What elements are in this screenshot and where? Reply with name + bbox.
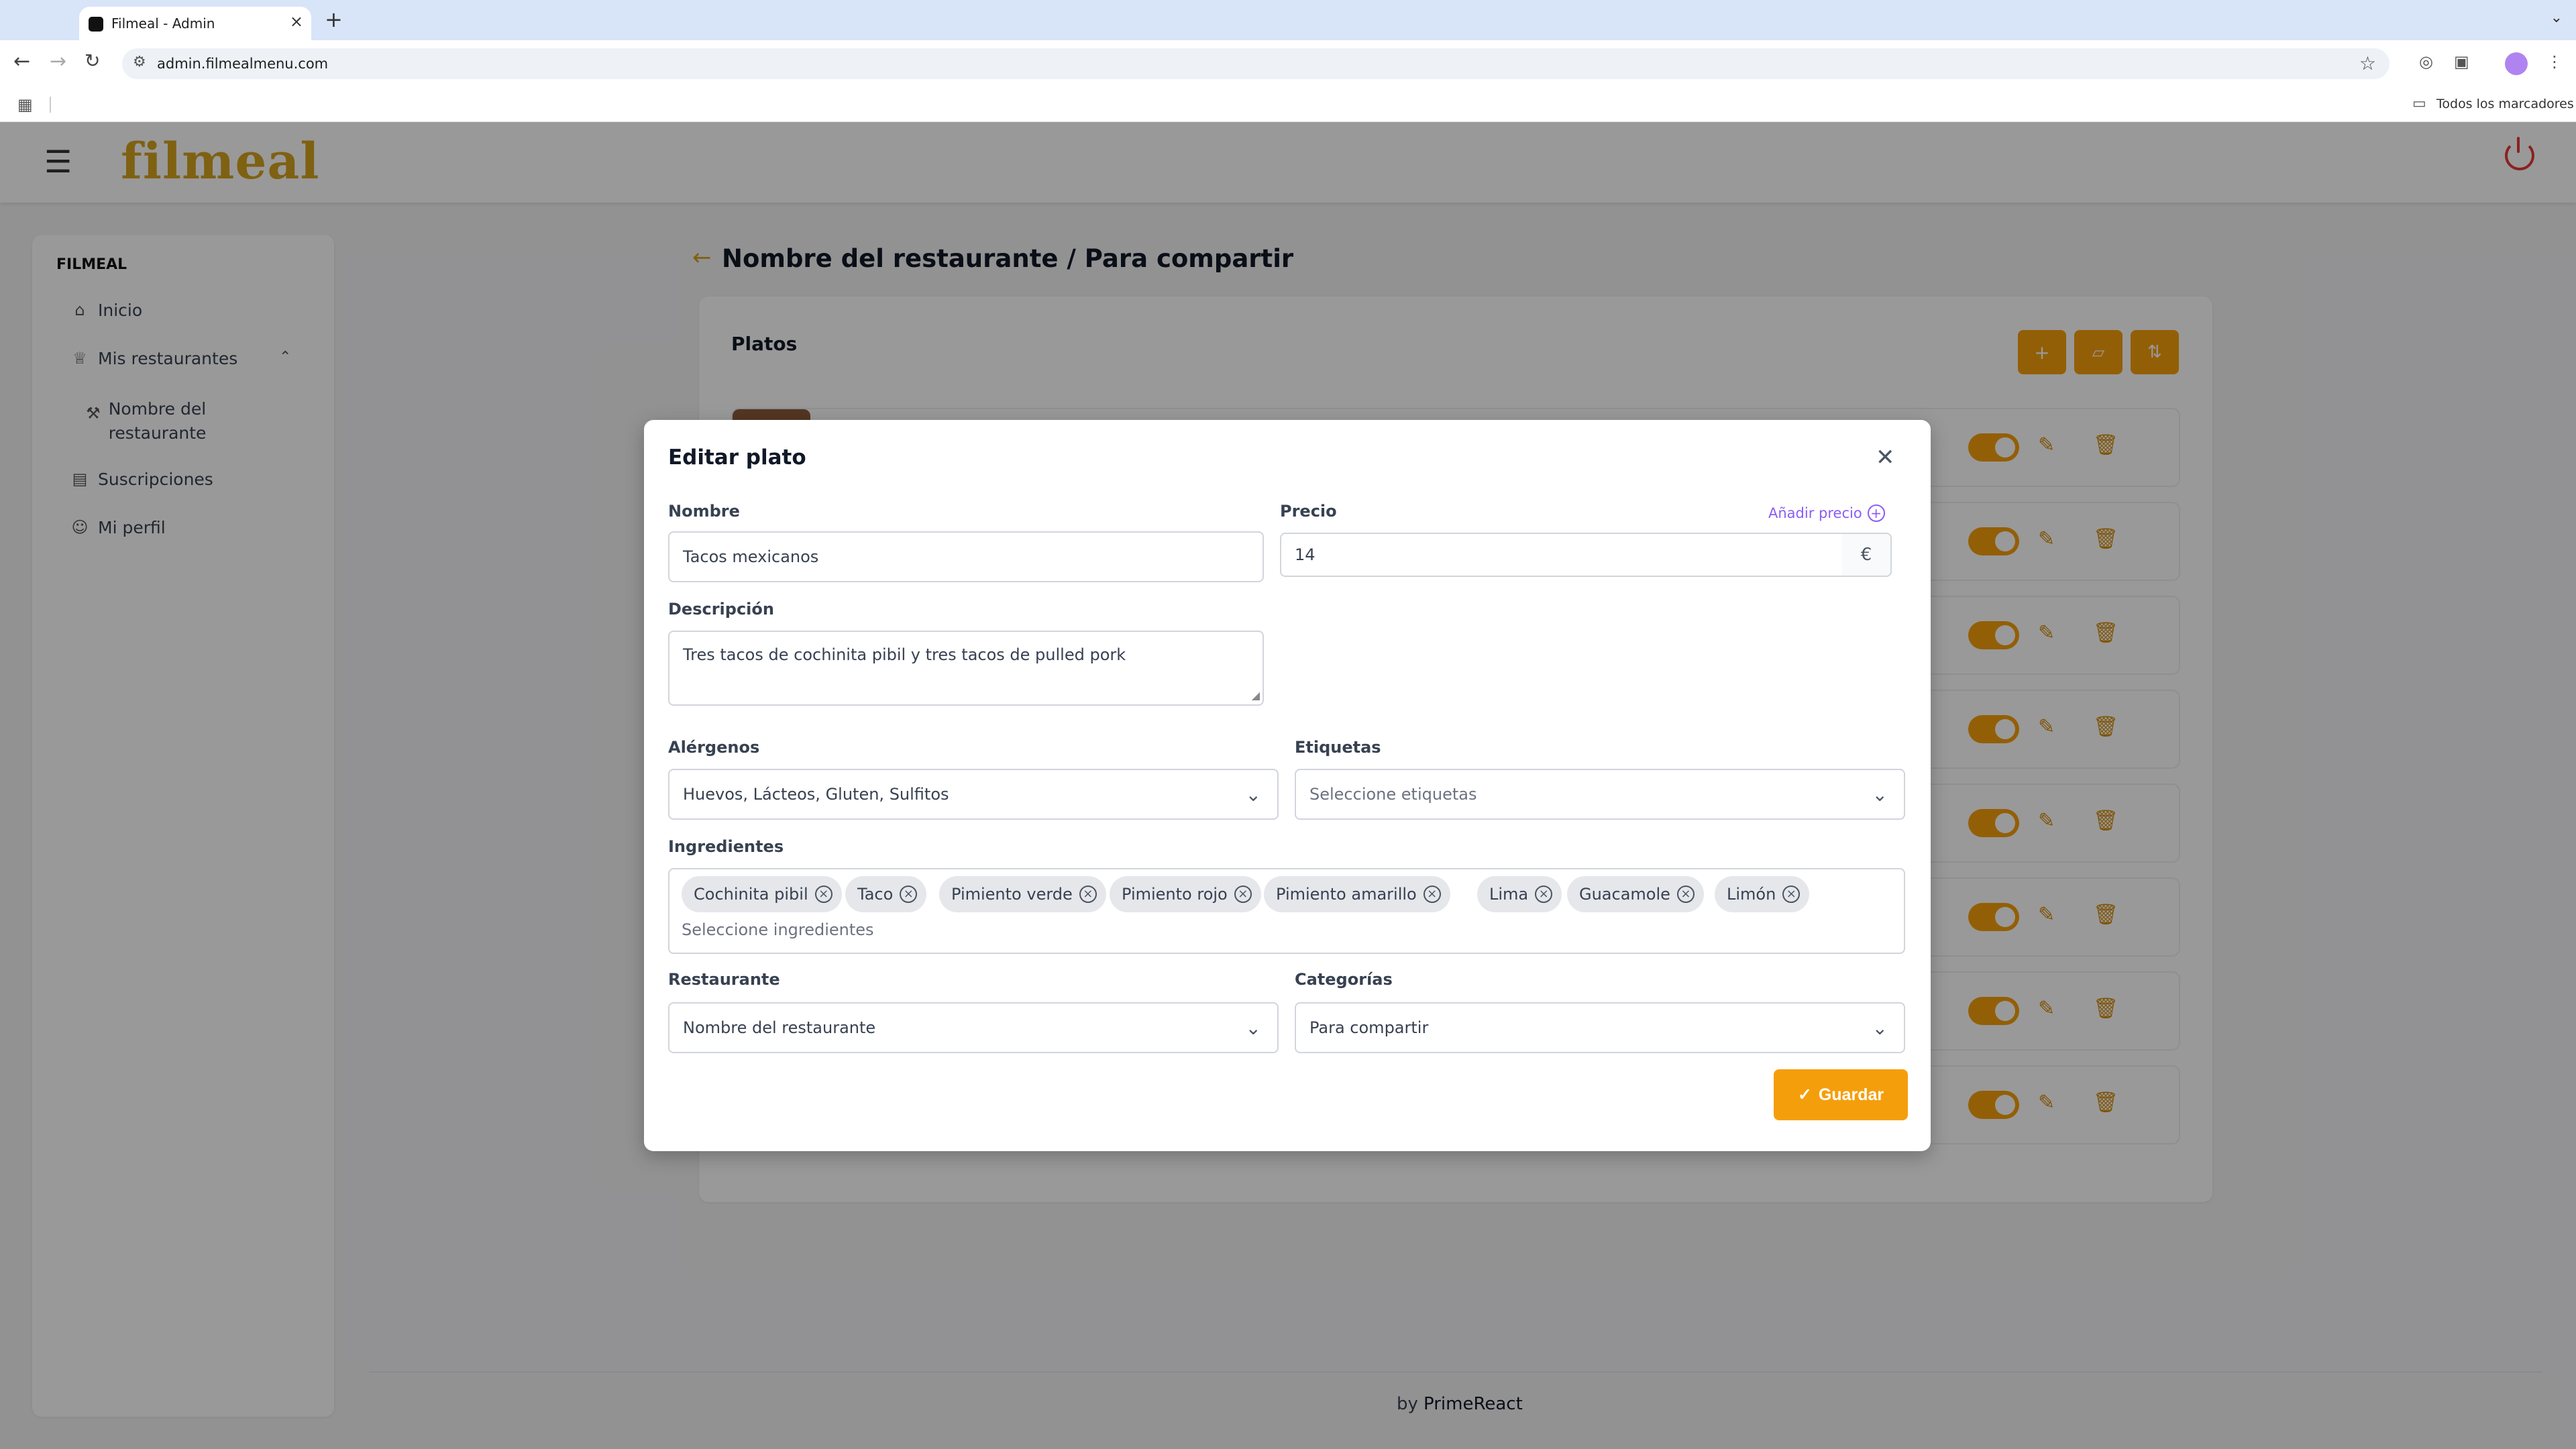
tab-close-icon[interactable]: ×	[290, 12, 303, 31]
remove-chip-icon[interactable]: ×	[1535, 885, 1553, 903]
chip-label: Pimiento verde	[951, 885, 1073, 904]
chip-label: Limón	[1727, 885, 1776, 904]
ingredient-chip: Guacamole ×	[1567, 876, 1704, 912]
chevron-down-icon: ⌄	[1245, 1017, 1261, 1039]
chip-label: Guacamole	[1579, 885, 1670, 904]
ingredient-chip: Cochinita pibil ×	[682, 876, 842, 912]
etiquetas-label: Etiquetas	[1295, 738, 1381, 757]
ingredient-chip: Taco ×	[845, 876, 927, 912]
chip-label: Pimiento rojo	[1122, 885, 1228, 904]
ingredient-chip: Lima ×	[1477, 876, 1562, 912]
remove-chip-icon[interactable]: ×	[1676, 885, 1695, 903]
nombre-input[interactable]: Tacos mexicanos	[668, 531, 1264, 582]
descripcion-textarea[interactable]: Tres tacos de cochinita pibil y tres tac…	[668, 631, 1264, 706]
descripcion-value: Tres tacos de cochinita pibil y tres tac…	[683, 645, 1126, 664]
ingredient-chip: Pimiento rojo ×	[1110, 876, 1261, 912]
screen: Filmeal - Admin × + ⌄ ← → ↻ ⚙ admin.film…	[0, 0, 2576, 1449]
resize-handle-icon[interactable]: ◢	[1252, 689, 1260, 702]
ingredientes-label: Ingredientes	[668, 837, 784, 856]
chevron-down-icon: ⌄	[1245, 784, 1261, 806]
chevron-down-icon: ⌄	[1872, 784, 1888, 806]
bookmarks-bar: ▦ ▭ Todos los marcadores	[0, 87, 2576, 122]
save-button[interactable]: ✓ Guardar	[1774, 1069, 1908, 1120]
new-tab-button[interactable]: +	[325, 7, 343, 32]
chip-label: Lima	[1489, 885, 1529, 904]
check-icon: ✓	[1797, 1085, 1812, 1104]
chip-label: Pimiento amarillo	[1276, 885, 1417, 904]
ingredient-chip: Pimiento verde ×	[939, 876, 1106, 912]
alergenos-value: Huevos, Lácteos, Gluten, Sulfitos	[683, 785, 949, 804]
categorias-value: Para compartir	[1309, 1018, 1429, 1037]
chip-label: Cochinita pibil	[694, 885, 808, 904]
precio-value: 14	[1295, 545, 1316, 564]
site-info-icon[interactable]: ⚙	[133, 54, 146, 70]
nombre-value: Tacos mexicanos	[683, 547, 819, 566]
precio-input[interactable]: 14	[1280, 533, 1843, 577]
ingredient-chip: Pimiento amarillo ×	[1264, 876, 1450, 912]
edit-dish-dialog: Editar plato ✕ Nombre Tacos mexicanos Pr…	[644, 420, 1931, 1151]
browser-menu-icon[interactable]: ⋮	[2546, 52, 2563, 71]
all-bookmarks-link[interactable]: Todos los marcadores	[2436, 97, 2574, 111]
extension-icon[interactable]: ◎	[2419, 52, 2433, 71]
remove-chip-icon[interactable]: ×	[1782, 885, 1801, 903]
ingredient-chip: Limón ×	[1715, 876, 1810, 912]
ingredientes-placeholder: Seleccione ingredientes	[682, 920, 874, 939]
forward-icon[interactable]: →	[50, 50, 66, 73]
nombre-label: Nombre	[668, 502, 740, 521]
restaurante-label: Restaurante	[668, 970, 780, 989]
tab-title: Filmeal - Admin	[111, 15, 215, 32]
browser-toolbar: ← → ↻ ⚙ admin.filmealmenu.com ☆ ◎ ▣ ⋮	[0, 40, 2576, 87]
bookmark-star-icon[interactable]: ☆	[2359, 52, 2376, 74]
chevron-down-icon: ⌄	[1872, 1017, 1888, 1039]
close-icon[interactable]: ✕	[1876, 444, 1895, 471]
precio-label: Precio	[1280, 502, 1337, 521]
alergenos-select[interactable]: Huevos, Lácteos, Gluten, Sulfitos ⌄	[668, 769, 1279, 820]
categorias-select[interactable]: Para compartir ⌄	[1295, 1002, 1905, 1053]
categorias-label: Categorías	[1295, 970, 1393, 989]
back-icon[interactable]: ←	[13, 50, 30, 73]
add-price-label: Añadir precio	[1768, 505, 1862, 521]
extensions-puzzle-icon[interactable]: ▣	[2454, 52, 2469, 71]
add-price-link[interactable]: Añadir precio +	[1768, 504, 1885, 522]
euro-icon: €	[1842, 533, 1892, 577]
restaurante-select[interactable]: Nombre del restaurante ⌄	[668, 1002, 1279, 1053]
reload-icon[interactable]: ↻	[85, 50, 100, 72]
etiquetas-select[interactable]: Seleccione etiquetas ⌄	[1295, 769, 1905, 820]
restaurante-value: Nombre del restaurante	[683, 1018, 876, 1037]
save-label: Guardar	[1818, 1085, 1884, 1104]
remove-chip-icon[interactable]: ×	[1423, 885, 1441, 903]
chip-label: Taco	[857, 885, 894, 904]
etiquetas-placeholder: Seleccione etiquetas	[1309, 785, 1477, 804]
folder-icon[interactable]: ▭	[2412, 95, 2426, 112]
profile-avatar[interactable]	[2505, 52, 2528, 75]
favicon-icon	[89, 17, 103, 32]
url-text: admin.filmealmenu.com	[157, 56, 329, 72]
tab-search-chevron-icon[interactable]: ⌄	[2551, 9, 2563, 26]
remove-chip-icon[interactable]: ×	[900, 885, 918, 903]
address-bar[interactable]: ⚙ admin.filmealmenu.com ☆	[122, 48, 2390, 79]
remove-chip-icon[interactable]: ×	[1079, 885, 1097, 903]
plus-circle-icon: +	[1867, 504, 1885, 522]
dialog-title: Editar plato	[668, 445, 806, 470]
apps-grid-icon[interactable]: ▦	[17, 95, 33, 114]
remove-chip-icon[interactable]: ×	[814, 885, 833, 903]
browser-tabstrip: Filmeal - Admin × + ⌄	[0, 0, 2576, 40]
descripcion-label: Descripción	[668, 600, 774, 619]
browser-tab[interactable]: Filmeal - Admin ×	[79, 7, 311, 40]
remove-chip-icon[interactable]: ×	[1234, 885, 1252, 903]
alergenos-label: Alérgenos	[668, 738, 760, 757]
ingredientes-multiselect[interactable]: Cochinita pibil × Taco × Pimiento verde × P…	[668, 868, 1905, 954]
bookmarks-divider	[50, 97, 51, 113]
